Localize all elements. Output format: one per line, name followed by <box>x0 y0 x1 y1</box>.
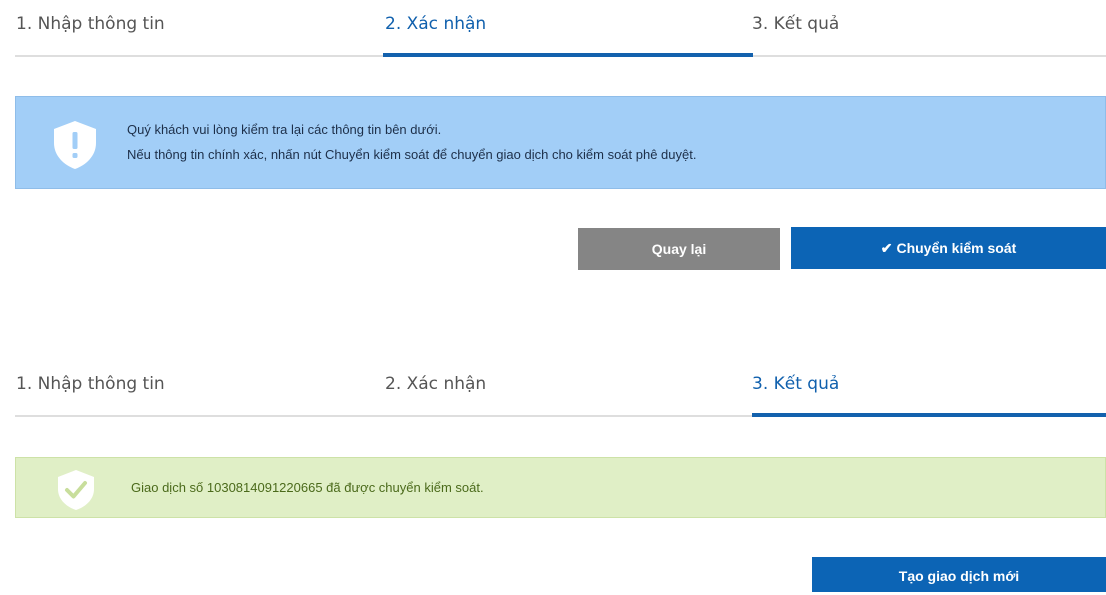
shield-exclamation-icon <box>50 119 100 174</box>
info-alert-line-2: Nếu thông tin chính xác, nhấn nút Chuyển… <box>127 147 697 162</box>
step-input-info: 1. Nhập thông tin <box>16 374 165 394</box>
back-button[interactable]: Quay lại <box>578 228 780 270</box>
confirm-panel: 1. Nhập thông tin 2. Xác nhận 3. Kết quả… <box>0 0 1106 282</box>
info-alert: Quý khách vui lòng kiểm tra lại các thôn… <box>15 96 1106 189</box>
new-transaction-button-label: Tạo giao dịch mới <box>898 568 1020 584</box>
active-step-underline <box>383 53 753 57</box>
transfer-control-button[interactable]: ✔ Chuyển kiểm soát <box>791 227 1106 269</box>
step-confirm: 2. Xác nhận <box>385 374 487 394</box>
shield-check-icon <box>54 468 98 515</box>
active-step-underline <box>752 413 1106 417</box>
step-input-info: 1. Nhập thông tin <box>16 14 165 34</box>
info-alert-line-1: Quý khách vui lòng kiểm tra lại các thôn… <box>127 122 442 137</box>
new-transaction-button[interactable]: Tạo giao dịch mới <box>812 557 1106 592</box>
result-panel: 1. Nhập thông tin 2. Xác nhận 3. Kết quả… <box>0 360 1106 592</box>
transfer-control-button-label: Chuyển kiểm soát <box>896 240 1017 256</box>
step-indicator: 1. Nhập thông tin 2. Xác nhận 3. Kết quả <box>0 0 1106 60</box>
step-confirm: 2. Xác nhận <box>385 14 487 34</box>
step-result: 3. Kết quả <box>752 14 840 34</box>
check-icon: ✔ <box>880 240 893 256</box>
back-button-label: Quay lại <box>651 241 707 257</box>
success-alert: Giao dịch số 1030814091220665 đã được ch… <box>15 457 1106 518</box>
step-indicator: 1. Nhập thông tin 2. Xác nhận 3. Kết quả <box>0 360 1106 420</box>
success-message: Giao dịch số 1030814091220665 đã được ch… <box>131 480 484 495</box>
step-result: 3. Kết quả <box>752 374 840 394</box>
